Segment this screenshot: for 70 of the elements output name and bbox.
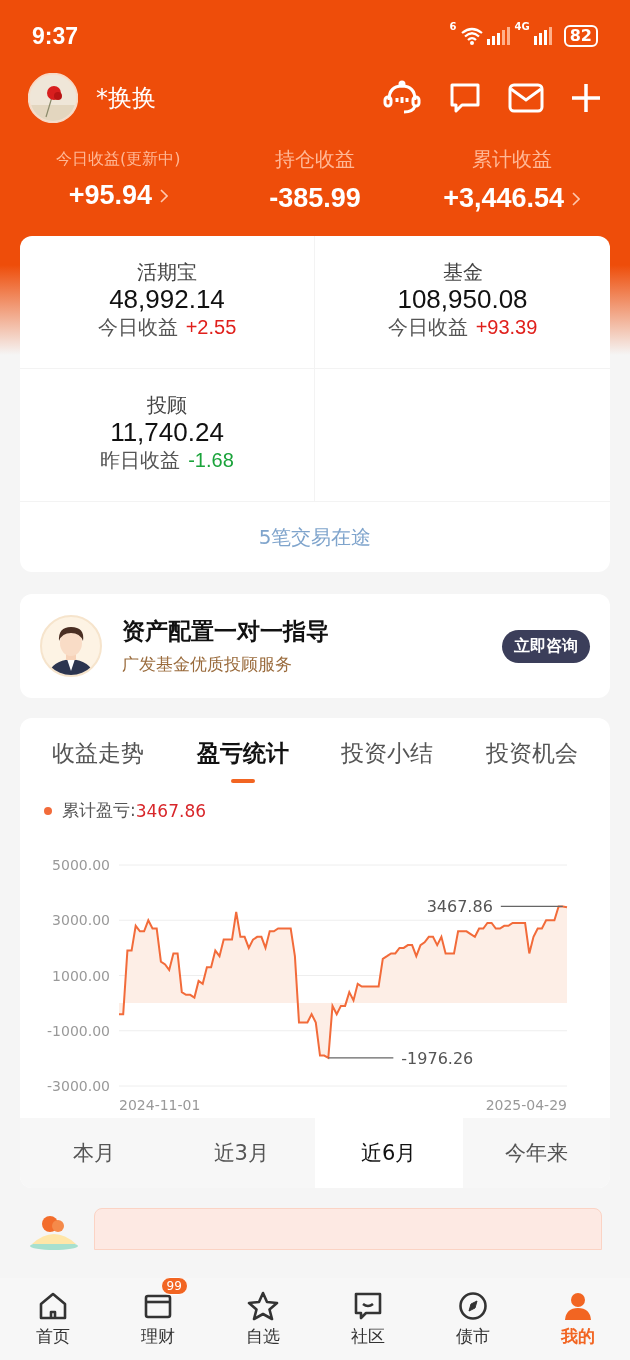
asset-name[interactable]: 基金 — [442, 260, 483, 284]
asset-amount: 108,950.08 — [397, 284, 528, 314]
summary-value[interactable]: +3,446.54 — [443, 183, 565, 214]
axis-label: 5000.00 — [52, 857, 110, 873]
chat-icon — [352, 1290, 383, 1321]
wifi-label: 6 — [449, 21, 457, 32]
consult-button[interactable]: 立即咨询 — [502, 629, 590, 663]
analysis-tab[interactable]: 盈亏统计 — [194, 734, 291, 783]
legend-dot-icon — [44, 806, 52, 815]
nav-tab[interactable]: 自选 — [210, 1278, 315, 1360]
analysis-tab[interactable]: 投资小结 — [339, 734, 436, 783]
leader-line — [500, 905, 564, 908]
period-tab[interactable]: 本月 — [20, 1118, 168, 1188]
wifi-icon — [460, 27, 483, 45]
annotation-label: 3467.86 — [426, 897, 493, 917]
network-label: 4G — [514, 21, 530, 32]
axis-label: 3000.00 — [52, 912, 110, 929]
summary-value[interactable]: +95.94 — [68, 180, 152, 211]
asset-name[interactable]: 活期宝 — [137, 260, 197, 284]
analysis-tab[interactable]: 投资机会 — [483, 734, 580, 783]
chevron-icon[interactable] — [572, 191, 581, 206]
battery-indicator: 82 — [563, 25, 598, 47]
axis-label: 2025-04-29 — [485, 1097, 567, 1113]
period-tab[interactable]: 今年来 — [462, 1118, 610, 1188]
asset-amount: 11,740.24 — [110, 417, 224, 447]
asset-amount: 48,992.14 — [109, 284, 225, 314]
chat-icon[interactable] — [448, 81, 482, 115]
nav-tab[interactable]: 债市 — [420, 1278, 525, 1360]
count-badge: 99 — [160, 1276, 188, 1295]
summary-label: 累计收益 — [471, 146, 552, 173]
home-icon — [37, 1290, 68, 1321]
annotation-label: -1976.26 — [401, 1048, 474, 1068]
analysis-tab[interactable]: 收益走势 — [50, 734, 147, 783]
income-value: -1.68 — [188, 449, 234, 472]
period-tab[interactable]: 近3月 — [167, 1118, 315, 1188]
income-value: +93.39 — [475, 316, 538, 339]
axis-label: 2024-11-01 — [119, 1097, 201, 1113]
person-icon — [562, 1290, 593, 1321]
compass-icon — [457, 1290, 488, 1321]
summary-label: 持仓收益 — [275, 146, 355, 173]
advisor-subtitle: 广发基金优质投顾服务 — [122, 653, 293, 676]
legend-label: 累计盈亏: — [62, 799, 136, 822]
advisor-card[interactable]: 资产配置一对一指导 广发基金优质投顾服务 立即咨询 — [20, 594, 610, 698]
star-icon — [246, 1290, 279, 1321]
asset-name[interactable]: 投顾 — [147, 393, 187, 417]
income-label: 昨日收益 — [100, 447, 181, 474]
axis-label: -3000.00 — [47, 1078, 110, 1094]
advisor-title: 资产配置一对一指导 — [122, 617, 329, 646]
summary-label: 今日收益(更新中) — [56, 149, 181, 170]
income-label: 今日收益 — [387, 314, 468, 341]
nav-tab[interactable]: 99 理财 — [105, 1278, 210, 1360]
income-value: +2.55 — [185, 316, 237, 339]
mail-icon[interactable] — [508, 83, 544, 113]
status-time: 9:37 — [32, 22, 79, 50]
nav-tab[interactable]: 社区 — [315, 1278, 420, 1360]
income-label: 今日收益 — [97, 314, 178, 341]
legend-value: 3467.86 — [135, 800, 207, 821]
advisor-avatar-icon — [40, 615, 102, 677]
axis-label: 1000.00 — [52, 967, 110, 984]
summary-value[interactable]: -385.99 — [269, 183, 361, 214]
period-tab[interactable]: 近6月 — [315, 1118, 463, 1188]
leader-line — [327, 1057, 394, 1059]
chevron-icon[interactable] — [160, 188, 168, 203]
axis-label: -1000.00 — [47, 1022, 110, 1039]
signal-icon — [533, 27, 552, 45]
nav-tab[interactable]: 首页 — [0, 1278, 105, 1360]
signal-icon — [486, 27, 511, 45]
headset-icon[interactable] — [382, 80, 422, 116]
user-name: *换换 — [96, 83, 156, 114]
plus-icon[interactable] — [570, 82, 602, 114]
